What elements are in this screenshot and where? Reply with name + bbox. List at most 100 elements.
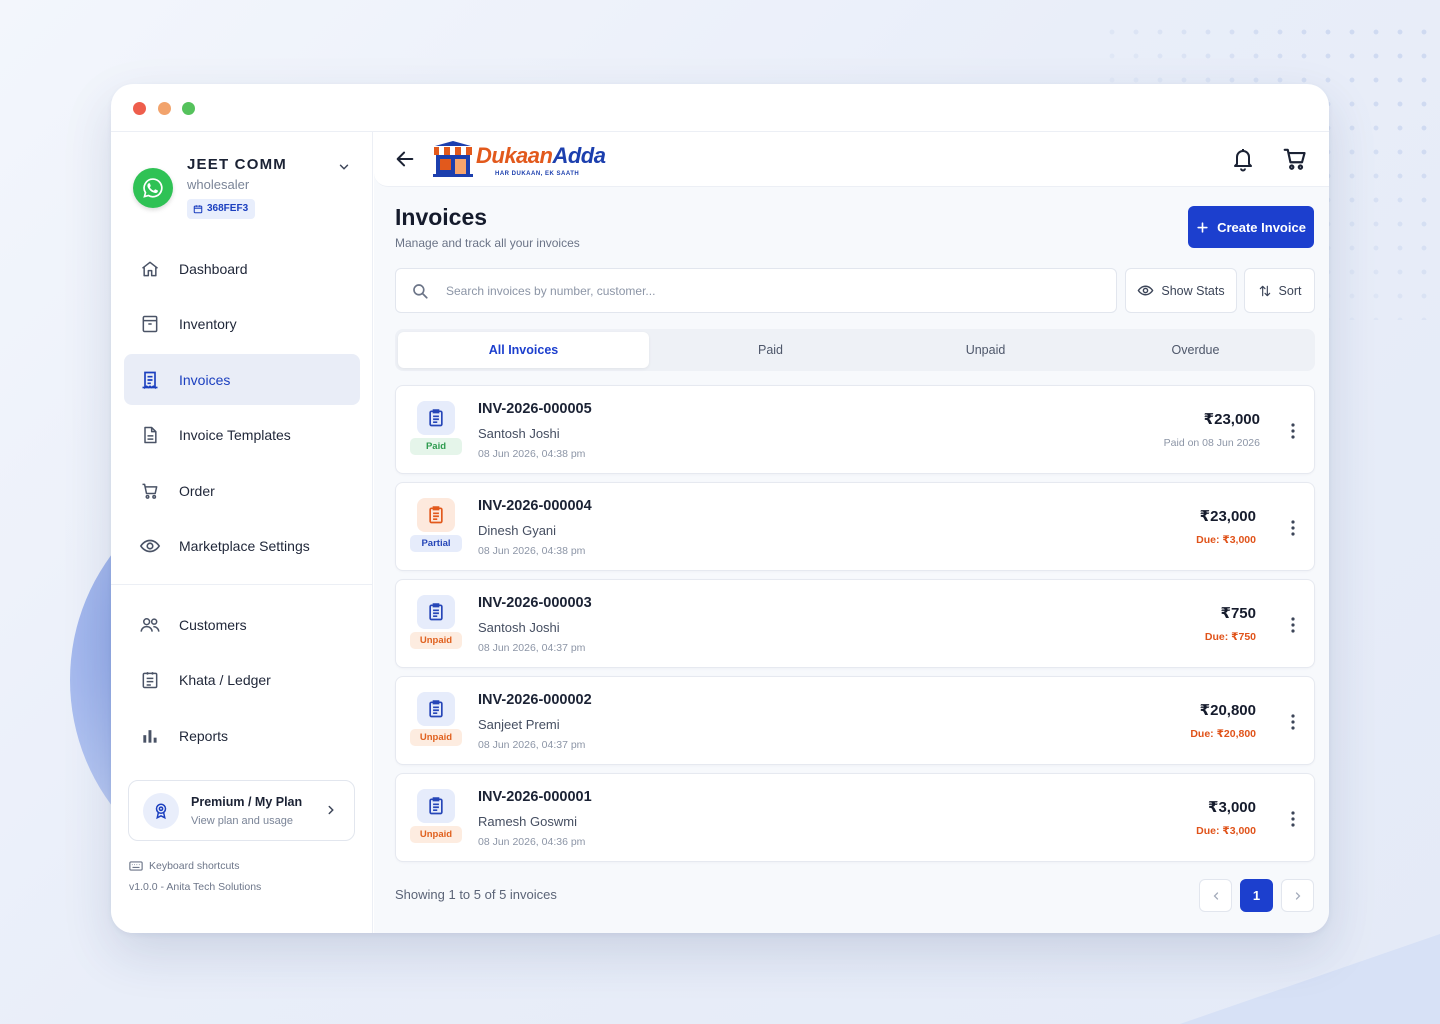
show-stats-button[interactable]: Show Stats xyxy=(1125,268,1237,313)
account-name: JEET COMM xyxy=(187,156,287,173)
search-input[interactable] xyxy=(446,281,1086,301)
window-minimize-button[interactable] xyxy=(158,102,171,115)
sidebar-item-dashboard[interactable]: Dashboard xyxy=(124,243,360,294)
sidebar-item-label: Inventory xyxy=(179,316,237,332)
clipboard-icon xyxy=(417,789,455,823)
tab-overdue[interactable]: Overdue xyxy=(1079,332,1312,368)
calendar-icon xyxy=(193,205,203,214)
pagination-summary: Showing 1 to 5 of 5 invoices xyxy=(395,887,557,902)
tab-paid[interactable]: Paid xyxy=(649,332,892,368)
chevron-right-icon xyxy=(328,805,334,815)
status-badge: Partial xyxy=(410,535,462,552)
sidebar-primary-nav: Dashboard Inventory Invoices Invoice Tem… xyxy=(124,243,360,576)
award-icon xyxy=(143,793,179,829)
invoice-status-line: Due: ₹20,800 xyxy=(1190,728,1256,740)
sidebar-item-reports[interactable]: Reports xyxy=(124,710,360,761)
invoice-amount: ₹3,000 xyxy=(1208,799,1256,816)
keyboard-icon xyxy=(129,861,143,871)
status-badge: Unpaid xyxy=(410,826,462,843)
invoice-date: 08 Jun 2026, 04:37 pm xyxy=(478,739,586,751)
more-options-icon[interactable] xyxy=(1290,616,1296,634)
invoice-customer: Santosh Joshi xyxy=(478,426,560,441)
status-badge: Unpaid xyxy=(410,729,462,746)
eye-icon xyxy=(1137,285,1154,296)
sidebar-item-label: Khata / Ledger xyxy=(179,672,271,688)
back-arrow-icon[interactable] xyxy=(394,148,416,170)
sidebar-item-label: Order xyxy=(179,482,215,499)
chevron-right-icon xyxy=(1295,891,1300,900)
cart-icon[interactable] xyxy=(1282,146,1308,172)
home-icon xyxy=(138,257,162,281)
invoice-status-line: Paid on 08 Jun 2026 xyxy=(1163,437,1260,449)
sort-arrows-icon xyxy=(1259,285,1270,296)
invoice-date: 08 Jun 2026, 04:38 pm xyxy=(478,545,586,557)
top-bar: DukaanAdda HAR DUKAAN, EK SAATH xyxy=(374,132,1329,187)
users-icon xyxy=(138,613,162,637)
cart-icon xyxy=(138,479,162,503)
create-invoice-button[interactable]: Create Invoice xyxy=(1188,206,1314,248)
sidebar-item-khata-ledger[interactable]: Khata / Ledger xyxy=(124,655,360,706)
sidebar-item-invoices[interactable]: Invoices xyxy=(124,354,360,405)
clipboard-icon xyxy=(417,692,455,726)
sidebar-item-label: Invoices xyxy=(179,371,231,388)
whatsapp-icon xyxy=(133,168,173,208)
more-options-icon[interactable] xyxy=(1290,810,1296,828)
search-box xyxy=(395,268,1117,313)
invoice-list: Paid INV-2026-000005 Santosh Joshi 08 Ju… xyxy=(395,385,1315,870)
dukaanadda-logo[interactable]: DukaanAdda HAR DUKAAN, EK SAATH xyxy=(431,140,606,180)
invoice-row[interactable]: Unpaid INV-2026-000003 Santosh Joshi 08 … xyxy=(395,579,1315,668)
clipboard-icon xyxy=(417,595,455,629)
app-window: JEET COMM wholesaler 368FEF3 Dashboard I… xyxy=(111,84,1329,933)
status-badge: Paid xyxy=(410,438,462,455)
invoice-customer: Ramesh Goswmi xyxy=(478,814,577,829)
eye-icon xyxy=(138,534,162,558)
status-badge: Unpaid xyxy=(410,632,462,649)
plan-card[interactable]: Premium / My Plan View plan and usage xyxy=(128,780,355,841)
more-options-icon[interactable] xyxy=(1290,519,1296,537)
sidebar-item-order[interactable]: Order xyxy=(124,465,360,516)
sidebar-item-inventory[interactable]: Inventory xyxy=(124,299,360,350)
show-stats-label: Show Stats xyxy=(1161,283,1225,298)
archive-icon xyxy=(138,312,162,336)
invoice-number: INV-2026-000004 xyxy=(478,498,592,514)
invoice-customer: Sanjeet Premi xyxy=(478,717,560,732)
next-page-button[interactable] xyxy=(1281,879,1314,912)
ledger-icon xyxy=(138,668,162,692)
sidebar-item-marketplace-settings[interactable]: Marketplace Settings xyxy=(124,521,360,572)
more-options-icon[interactable] xyxy=(1290,422,1296,440)
bar-chart-icon xyxy=(138,724,162,748)
invoice-row[interactable]: Unpaid INV-2026-000001 Ramesh Goswmi 08 … xyxy=(395,773,1315,862)
page-title: Invoices xyxy=(395,204,488,230)
invoice-date: 08 Jun 2026, 04:38 pm xyxy=(478,448,586,460)
keyboard-shortcuts-link[interactable]: Keyboard shortcuts xyxy=(129,860,239,872)
sidebar-item-label: Invoice Templates xyxy=(179,427,291,443)
invoice-row[interactable]: Unpaid INV-2026-000002 Sanjeet Premi 08 … xyxy=(395,676,1315,765)
document-icon xyxy=(138,423,162,447)
account-code-badge: 368FEF3 xyxy=(187,199,256,219)
invoice-amount: ₹20,800 xyxy=(1199,702,1256,719)
bell-icon[interactable] xyxy=(1231,146,1255,172)
more-options-icon[interactable] xyxy=(1290,713,1296,731)
sort-label: Sort xyxy=(1278,283,1302,298)
invoice-amount: ₹750 xyxy=(1220,605,1256,622)
account-code: 368FEF3 xyxy=(207,203,249,214)
invoice-customer: Dinesh Gyani xyxy=(478,523,557,538)
prev-page-button[interactable] xyxy=(1199,879,1232,912)
chevron-left-icon xyxy=(1213,891,1218,900)
sidebar-item-label: Dashboard xyxy=(179,260,248,277)
tab-unpaid[interactable]: Unpaid xyxy=(892,332,1079,368)
invoice-number: INV-2026-000002 xyxy=(478,692,592,708)
logo-wordmark: DukaanAdda xyxy=(476,143,606,168)
sort-button[interactable]: Sort xyxy=(1244,268,1315,313)
invoice-row[interactable]: Paid INV-2026-000005 Santosh Joshi 08 Ju… xyxy=(395,385,1315,474)
invoice-status-line: Due: ₹750 xyxy=(1204,631,1256,643)
account-switcher[interactable]: JEET COMM wholesaler 368FEF3 xyxy=(131,154,361,224)
page-button-current[interactable]: 1 xyxy=(1240,879,1273,912)
window-close-button[interactable] xyxy=(133,102,146,115)
chevron-down-icon[interactable] xyxy=(337,160,351,174)
sidebar-item-customers[interactable]: Customers xyxy=(124,599,360,650)
invoice-row[interactable]: Partial INV-2026-000004 Dinesh Gyani 08 … xyxy=(395,482,1315,571)
tab-all-invoices[interactable]: All Invoices xyxy=(398,332,649,368)
window-maximize-button[interactable] xyxy=(182,102,195,115)
sidebar-item-invoice-templates[interactable]: Invoice Templates xyxy=(124,410,360,461)
